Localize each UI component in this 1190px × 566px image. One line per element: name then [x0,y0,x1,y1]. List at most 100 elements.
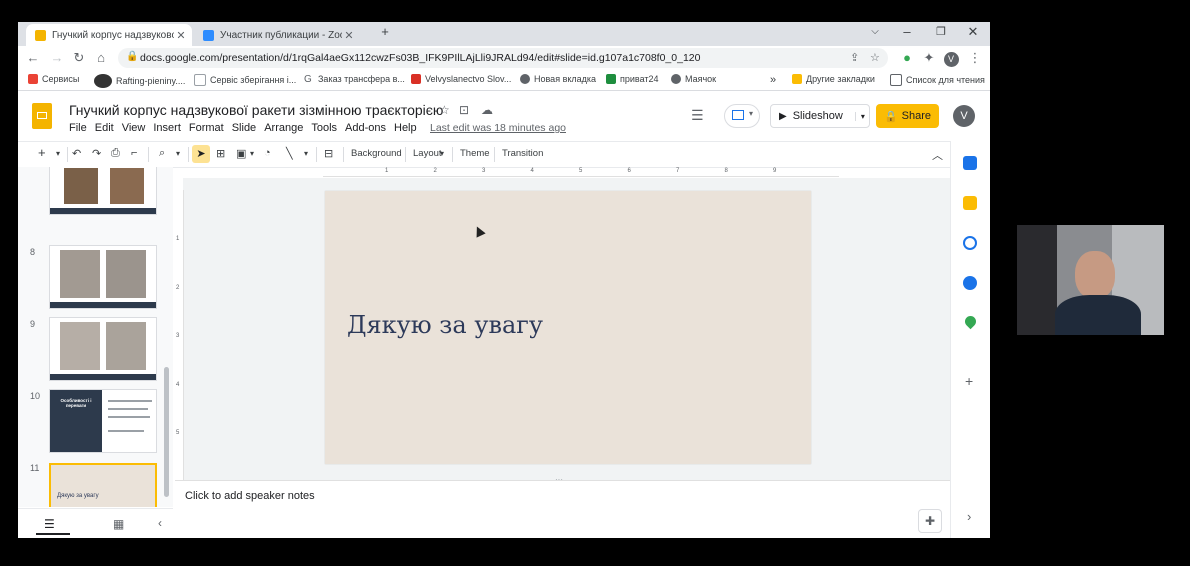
paint-format-icon[interactable]: ⌐ [131,147,137,159]
address-bar[interactable]: 🔒 docs.google.com/presentation/d/1rqGal4… [118,48,888,68]
bookmark-item[interactable]: Сервіс зберігання і... [194,74,296,86]
bookmark-item[interactable]: Rafting-pieniny.... [94,74,185,88]
share-label: Share [901,110,932,122]
menu-edit[interactable]: Edit [95,122,114,134]
menu-view[interactable]: View [122,122,146,134]
maps-icon[interactable] [962,313,979,330]
zoom-icon[interactable]: ⌕ [159,147,165,160]
slideshow-button[interactable]: ▶ Slideshow ▾ [770,104,870,128]
collapse-filmstrip-icon[interactable]: ‹ [158,516,162,530]
slide-title-text: Особливості і переваги [60,398,92,408]
other-bookmarks[interactable]: Другие закладки [792,74,875,84]
move-folder-icon[interactable]: ⊡ [459,103,469,117]
slide-thumbnail-11[interactable]: Дякую за увагу [49,463,157,507]
shape-icon[interactable]: ◔ [264,147,271,159]
home-icon[interactable]: ⌂ [92,49,110,67]
list-view-icon[interactable]: ☰ [44,517,55,531]
image-dropdown-icon[interactable]: ▾ [250,149,254,158]
back-icon[interactable]: ← [24,49,42,67]
extensions-icon[interactable]: ✦ [920,49,938,67]
zoom-dropdown-icon[interactable]: ▾ [176,149,180,158]
cloud-status-icon[interactable]: ☁ [481,103,493,117]
menu-addons[interactable]: Add-ons [345,122,386,134]
layout-dropdown-icon[interactable]: ▾ [440,149,444,158]
meet-present-button[interactable]: ▾ [724,104,760,128]
close-window-button[interactable]: ✕ [956,22,990,44]
menu-format[interactable]: Format [189,122,224,134]
slide-title[interactable]: Дякую за увагу [347,311,543,339]
layout-button[interactable]: Layout [413,148,442,159]
bookmark-apps[interactable]: Сервисы [28,74,79,84]
bookmark-star-icon[interactable]: ☆ [870,51,880,64]
calendar-icon[interactable] [963,156,977,170]
slide-thumbnail-9[interactable] [49,317,157,381]
user-avatar[interactable]: V [953,105,975,127]
reload-icon[interactable]: ↻ [70,49,88,67]
menu-file[interactable]: File [69,122,87,134]
close-tab-icon[interactable]: ✕ [342,29,356,42]
tab-slides[interactable]: Гнучкий корпус надзвукової ра ✕ [26,24,192,46]
line-icon[interactable]: ╲ [286,147,293,160]
slide-thumbnail-7[interactable] [49,167,157,215]
grid-view-icon[interactable]: ▦ [113,517,124,531]
chrome-menu-icon[interactable]: ⋮ [966,49,984,67]
profile-avatar[interactable]: V [942,49,960,67]
comment-history-icon[interactable]: ☰ [691,107,704,124]
select-arrow-icon[interactable]: ➤ [192,145,210,163]
collapse-toolbar-icon[interactable]: ︿ [932,147,943,163]
last-edit-link[interactable]: Last edit was 18 minutes ago [430,122,566,134]
tab-search-icon[interactable]: ⌵ [858,22,892,44]
reading-list[interactable]: Список для чтения [890,74,985,86]
explore-icon[interactable]: ✚ [918,509,942,533]
bookmark-item[interactable]: Маячок [671,74,716,84]
bookmark-item[interactable]: приват24 [606,74,659,84]
google-icon: G [304,74,312,85]
filmstrip-scrollbar[interactable] [164,367,169,497]
bookmarks-overflow[interactable]: » [770,74,776,86]
minimize-button[interactable]: – [890,22,924,44]
background-button[interactable]: Background [351,148,402,159]
extension-grammarly-icon[interactable]: ● [898,49,916,67]
vertical-ruler[interactable]: 1 2 3 4 5 [175,190,184,480]
print-icon[interactable]: ⎙ [111,147,120,160]
restore-button[interactable]: ❐ [924,22,958,44]
get-addons-icon[interactable]: + [965,373,973,389]
new-slide-icon[interactable]: + [38,145,46,160]
theme-button[interactable]: Theme [460,148,490,159]
speaker-notes[interactable]: Click to add speaker notes ✚ [175,480,950,538]
contacts-icon[interactable] [963,276,977,290]
current-slide[interactable]: Дякую за увагу [325,191,811,464]
menu-tools[interactable]: Tools [311,122,337,134]
bookmark-item[interactable]: Новая вкладка [520,74,596,84]
new-tab-button[interactable]: + [368,22,402,44]
slide-thumbnail-10[interactable]: Особливості і переваги [49,389,157,453]
menu-help[interactable]: Help [394,122,417,134]
slide-thumbnail-8[interactable] [49,245,157,309]
line-dropdown-icon[interactable]: ▾ [304,149,308,158]
star-icon[interactable]: ☆ [439,103,450,117]
bookmark-item[interactable]: Velvyslanectvo Slov... [411,74,511,84]
tab-zoom[interactable]: Участник публикации - Zoom ✕ [194,24,360,46]
expand-panel-icon[interactable]: › [967,509,971,524]
text-box-icon[interactable]: ⊞ [216,147,225,160]
share-button[interactable]: 🔒 Share [876,104,939,128]
slides-logo-icon[interactable] [32,103,52,129]
tasks-icon[interactable] [963,236,977,250]
menu-insert[interactable]: Insert [153,122,181,134]
horizontal-ruler[interactable]: 1 2 3 4 5 6 7 8 9 [323,168,839,177]
transition-button[interactable]: Transition [502,148,543,159]
slideshow-dropdown-icon[interactable]: ▾ [854,111,865,121]
keep-icon[interactable] [963,196,977,210]
new-slide-dropdown-icon[interactable]: ▾ [56,149,60,158]
bookmark-item[interactable]: G Заказ трансфера в... [304,74,405,85]
menu-slide[interactable]: Slide [232,122,256,134]
document-title[interactable]: Гнучкий корпус надзвукової ракети зізмін… [69,102,443,118]
share-page-icon[interactable]: ⇪ [850,51,859,64]
image-icon[interactable]: ▣ [236,147,246,160]
redo-icon[interactable]: ↷ [92,147,101,160]
comment-icon[interactable]: ⊟ [324,147,333,160]
menu-arrange[interactable]: Arrange [264,122,303,134]
close-tab-icon[interactable]: ✕ [174,29,188,42]
undo-icon[interactable]: ↶ [72,147,81,160]
forward-icon[interactable]: → [48,49,66,67]
